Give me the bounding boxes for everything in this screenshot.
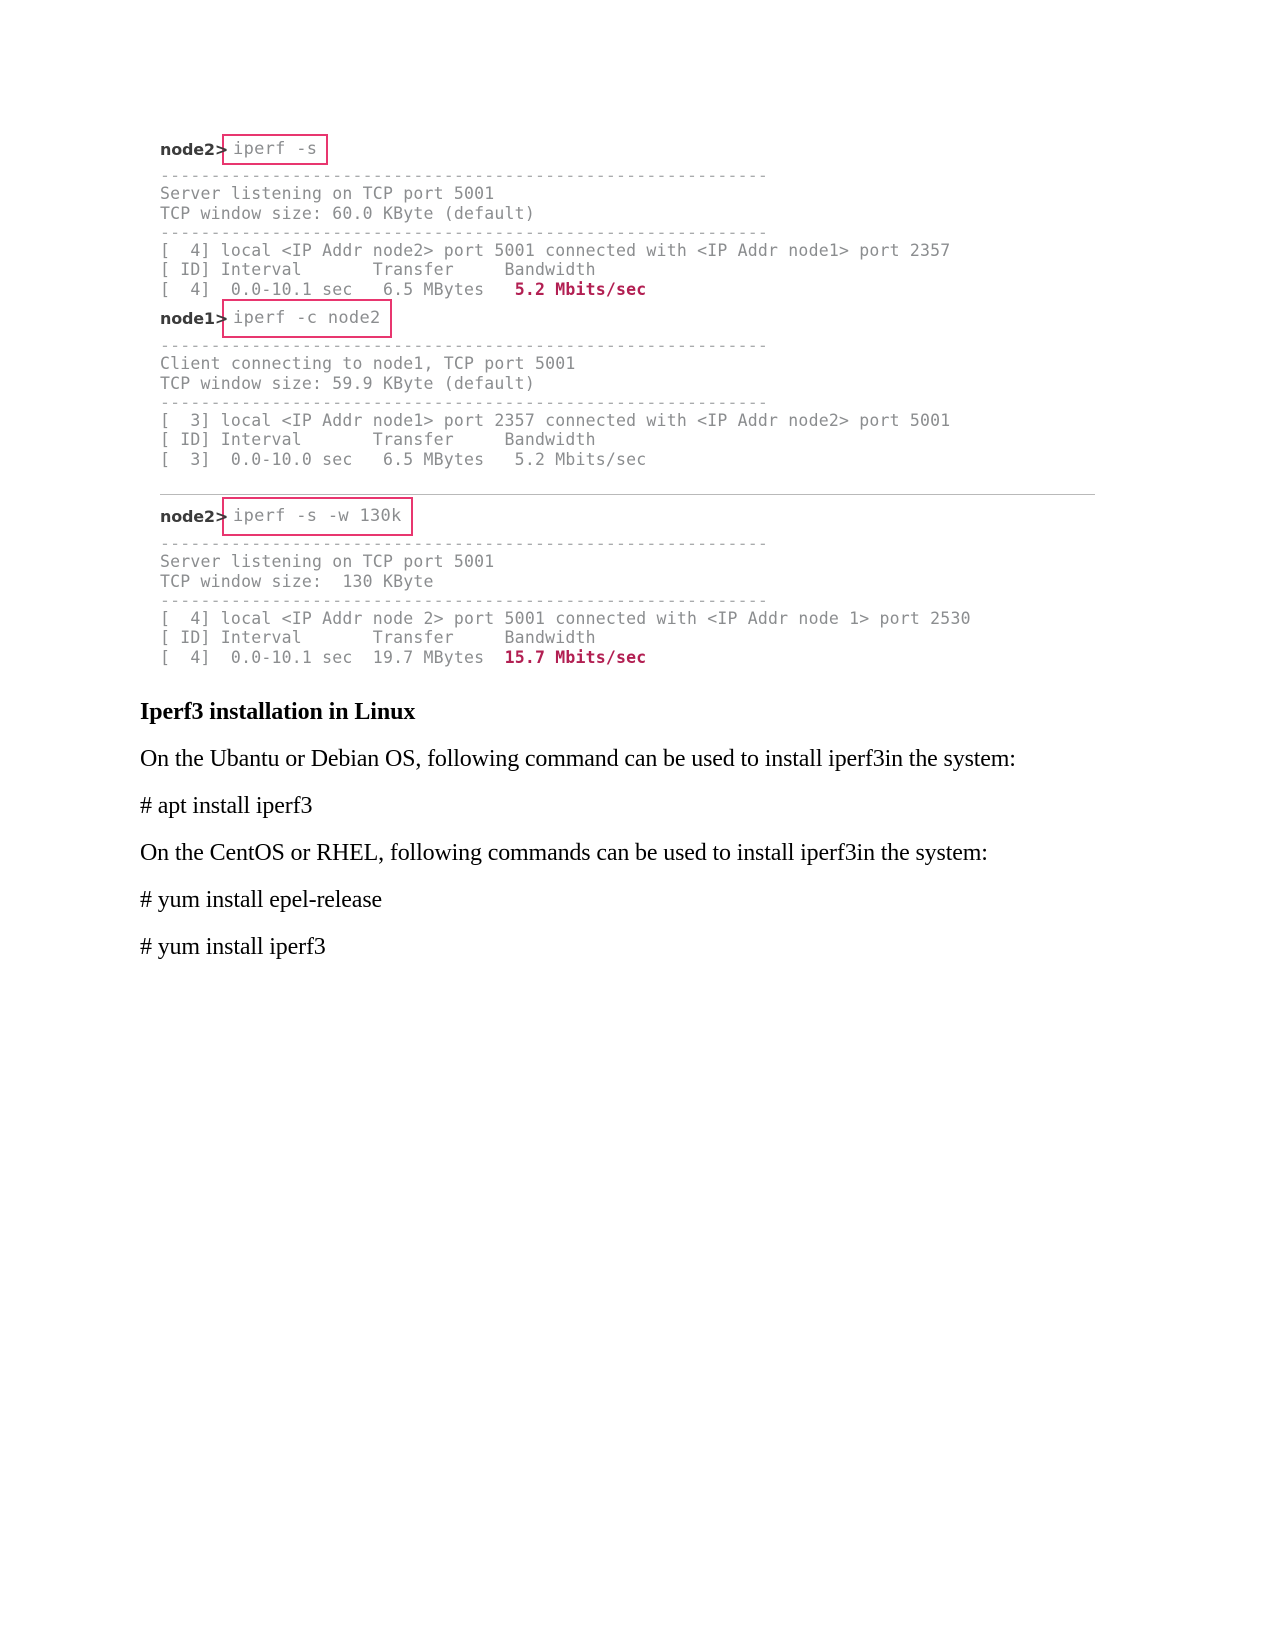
- terminal-result-line: [ 3] 0.0-10.0 sec 6.5 MBytes 5.2 Mbits/s…: [160, 450, 1120, 470]
- article-body: Iperf3 installation in Linux On the Uban…: [140, 698, 1130, 979]
- section-heading: Iperf3 installation in Linux: [140, 699, 416, 725]
- terminal-text-line: Server listening on TCP port 5001: [160, 184, 495, 203]
- result-prefix: [ 4] 0.0-10.1 sec 19.7 MBytes: [160, 648, 505, 668]
- highlighted-command-1[interactable]: iperf -s: [222, 133, 329, 165]
- terminal-text-line: TCP window size: 60.0 KByte (default): [160, 203, 535, 223]
- document-page: node2> iperf -s ------------------------…: [0, 0, 1275, 1651]
- paragraph-ubuntu-intro: On the Ubantu or Debian OS, following co…: [140, 746, 1016, 772]
- terminal-result-line: [ 4] 0.0-10.1 sec 6.5 MBytes 5.2 Mbits/s…: [160, 280, 1120, 300]
- terminal-table-header: [ ID] Interval Transfer Bandwidth: [160, 260, 596, 280]
- shell-prompt-label: node2>: [160, 139, 229, 159]
- terminal-connection-line: [ 3] local <IP Addr node1> port 2357 con…: [160, 410, 951, 430]
- bandwidth-highlight: 5.2 Mbits/sec: [514, 280, 647, 300]
- terminal-block-3: node2> iperf -s -w 130k ----------------…: [160, 497, 1120, 668]
- bandwidth-highlight: 15.7 Mbits/sec: [504, 648, 647, 668]
- highlighted-command-2[interactable]: iperf -c node2: [222, 299, 392, 339]
- terminal-separator-line: ----------------------------------------…: [160, 166, 769, 185]
- command-prompt-row-2: node1> iperf -c node2: [160, 299, 1120, 339]
- shell-prompt-label: node1>: [160, 309, 229, 329]
- terminal-text-line: TCP window size: 59.9 KByte (default): [160, 373, 535, 393]
- terminal-separator-line: ----------------------------------------…: [160, 392, 769, 412]
- terminal-connection-line: [ 4] local <IP Addr node 2> port 5001 co…: [160, 608, 971, 628]
- paragraph-apt-command: # apt install iperf3: [140, 793, 313, 819]
- command-prompt-row-1: node2> iperf -s: [160, 132, 1120, 166]
- terminal-separator-line: ----------------------------------------…: [160, 590, 769, 610]
- terminal-separator-line: ----------------------------------------…: [160, 222, 769, 242]
- command-prompt-row-3: node2> iperf -s -w 130k: [160, 497, 1120, 537]
- paragraph-yum-epel-command: # yum install epel-release: [140, 887, 383, 913]
- result-prefix: [ 4] 0.0-10.1 sec 6.5 MBytes: [160, 280, 515, 300]
- terminal-connection-line: [ 4] local <IP Addr node2> port 5001 con…: [160, 240, 951, 260]
- shell-prompt-label: node2>: [160, 507, 229, 527]
- horizontal-rule: [160, 494, 1095, 495]
- terminal-separator-line: ----------------------------------------…: [160, 335, 769, 355]
- terminal-block-2: node1> iperf -c node2 ------------------…: [160, 299, 1120, 470]
- highlighted-command-3[interactable]: iperf -s -w 130k: [222, 497, 413, 537]
- terminal-text-line: Server listening on TCP port 5001: [160, 551, 495, 571]
- paragraph-yum-iperf3-command: # yum install iperf3: [140, 934, 326, 960]
- result-prefix: [ 3] 0.0-10.0 sec 6.5 MBytes 5.2 Mbits/s…: [160, 450, 647, 470]
- terminal-table-header: [ ID] Interval Transfer Bandwidth: [160, 628, 596, 648]
- terminal-result-line: [ 4] 0.0-10.1 sec 19.7 MBytes 15.7 Mbits…: [160, 648, 1120, 668]
- terminal-block-1: node2> iperf -s ------------------------…: [160, 132, 1120, 300]
- terminal-text-line: Client connecting to node1, TCP port 500…: [160, 353, 576, 373]
- paragraph-centos-intro: On the CentOS or RHEL, following command…: [140, 840, 988, 866]
- terminal-text-line: TCP window size: 130 KByte: [160, 571, 434, 591]
- terminal-separator-line: ----------------------------------------…: [160, 533, 769, 553]
- terminal-table-header: [ ID] Interval Transfer Bandwidth: [160, 430, 596, 450]
- terminal-output-figure: node2> iperf -s ------------------------…: [160, 130, 1120, 668]
